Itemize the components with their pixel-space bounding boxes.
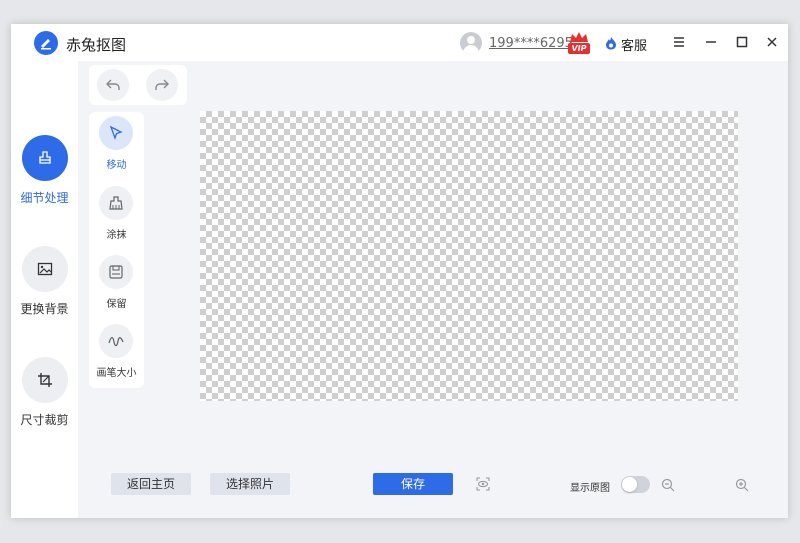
app-logo-icon — [34, 31, 58, 55]
back-home-button[interactable]: 返回主页 — [111, 473, 191, 495]
maximize-icon[interactable] — [732, 32, 752, 52]
wave-icon — [99, 324, 133, 358]
minimize-icon[interactable] — [701, 32, 721, 52]
zoom-in-icon[interactable] — [735, 478, 749, 492]
nav-item-crop[interactable]: 尺寸裁剪 — [11, 357, 78, 457]
save-box-icon — [99, 255, 133, 289]
preview-eye-icon[interactable] — [475, 476, 491, 492]
tool-label-brush-size: 画笔大小 — [96, 368, 137, 379]
tools-panel: 移动 涂抹 保留 画笔大小 — [89, 112, 144, 388]
tool-label-keep: 保留 — [106, 299, 127, 310]
vip-badge[interactable]: VIP — [567, 31, 591, 55]
nav-label-background: 更换背景 — [20, 302, 69, 316]
crop-icon — [22, 357, 68, 403]
service-flame-icon[interactable] — [605, 36, 617, 50]
menu-icon[interactable] — [669, 32, 689, 52]
select-photo-button[interactable]: 选择照片 — [210, 473, 290, 495]
image-canvas[interactable] — [200, 111, 738, 401]
smear-brush-icon — [99, 186, 133, 220]
history-panel — [89, 65, 187, 105]
close-icon[interactable] — [762, 32, 782, 52]
left-nav: 细节处理 更换背景 尺寸裁剪 — [11, 61, 78, 518]
app-window: 赤兔抠图 199****6295 VIP 客服 细节处理 更换背景 尺寸裁剪 移… — [11, 24, 788, 518]
tool-label-smear: 涂抹 — [106, 230, 127, 241]
title-bar: 赤兔抠图 199****6295 VIP 客服 — [11, 24, 788, 61]
brush-icon — [22, 135, 68, 181]
vip-badge-text: VIP — [568, 43, 590, 54]
crown-icon — [570, 32, 588, 42]
nav-item-background[interactable]: 更换背景 — [11, 246, 78, 346]
tool-move[interactable]: 移动 — [89, 112, 144, 176]
cursor-icon — [99, 116, 133, 150]
user-phone-link[interactable]: 199****6295 — [489, 36, 573, 51]
nav-label-crop: 尺寸裁剪 — [20, 413, 69, 427]
tool-keep[interactable]: 保留 — [89, 251, 144, 315]
tool-brush-size[interactable]: 画笔大小 — [89, 320, 144, 384]
nav-item-detail[interactable]: 细节处理 — [11, 135, 78, 235]
save-button[interactable]: 保存 — [373, 473, 453, 495]
zoom-out-icon[interactable] — [661, 478, 675, 492]
nav-label-detail: 细节处理 — [20, 191, 69, 205]
customer-service-link[interactable]: 客服 — [621, 35, 647, 54]
app-title: 赤兔抠图 — [66, 36, 127, 54]
image-icon — [22, 246, 68, 292]
undo-button[interactable] — [97, 69, 129, 101]
redo-icon — [155, 79, 169, 90]
undo-icon — [106, 79, 120, 90]
show-original-toggle[interactable] — [621, 476, 650, 493]
tool-smear[interactable]: 涂抹 — [89, 182, 144, 246]
redo-button[interactable] — [146, 69, 178, 101]
show-original-label: 显示原图 — [570, 483, 610, 494]
tool-label-move: 移动 — [106, 160, 127, 171]
user-avatar[interactable] — [460, 32, 482, 54]
